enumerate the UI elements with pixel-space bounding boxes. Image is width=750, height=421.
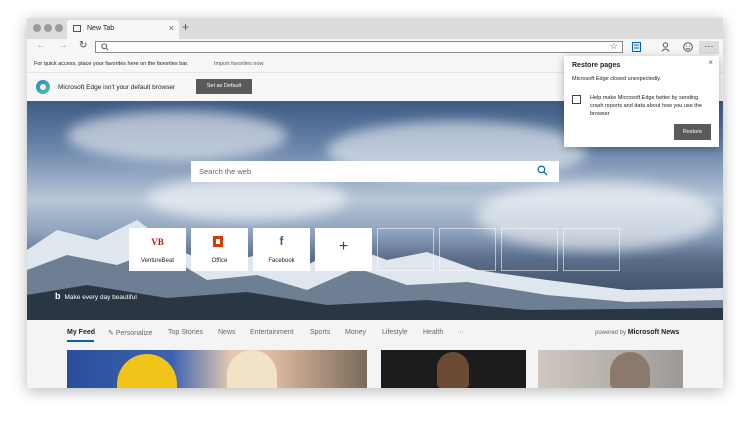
bing-logo-icon: b bbox=[55, 291, 61, 301]
favorite-star-icon[interactable]: ☆ bbox=[610, 41, 618, 52]
default-browser-message: Microsoft Edge isn't your default browse… bbox=[58, 84, 176, 91]
powered-by-label: powered by Microsoft News bbox=[595, 329, 680, 336]
bing-text: Make every day beautiful bbox=[64, 294, 137, 301]
address-bar[interactable]: ☆ bbox=[95, 41, 623, 53]
empty-tile[interactable] bbox=[501, 228, 558, 271]
venturebeat-logo: VB bbox=[151, 237, 164, 247]
empty-tile[interactable] bbox=[377, 228, 434, 271]
new-tab-button[interactable]: + bbox=[182, 20, 189, 34]
feed-tab-sports[interactable]: Sports bbox=[310, 329, 330, 336]
edge-logo-icon bbox=[36, 80, 50, 94]
feed-tab-entertainment[interactable]: Entertainment bbox=[250, 329, 294, 336]
person-silhouette bbox=[610, 352, 650, 388]
person-silhouette bbox=[117, 354, 177, 388]
active-tab-indicator bbox=[67, 340, 94, 342]
search-icon[interactable] bbox=[537, 165, 548, 176]
microsoft-news-brand: Microsoft News bbox=[627, 329, 680, 336]
feed-tab-money[interactable]: Money bbox=[345, 329, 366, 336]
feed-tab-personalize[interactable]: ✎ Personalize bbox=[108, 329, 152, 337]
crash-report-checkbox[interactable] bbox=[572, 95, 581, 104]
feedback-smiley-icon[interactable] bbox=[683, 42, 693, 52]
search-icon bbox=[101, 43, 109, 51]
feed-nav: My Feed ✎ Personalize Top Stories News E… bbox=[27, 320, 723, 346]
search-box[interactable]: Search the web bbox=[191, 161, 559, 182]
close-icon[interactable]: × bbox=[708, 58, 713, 67]
top-site-venturebeat[interactable]: VB VentureBeat bbox=[129, 228, 186, 271]
feed-tab-my-feed[interactable]: My Feed bbox=[67, 329, 95, 336]
feed-tab-health[interactable]: Health bbox=[423, 329, 443, 336]
cloud bbox=[67, 111, 287, 161]
person-silhouette bbox=[227, 350, 277, 388]
reading-list-icon[interactable] bbox=[632, 42, 641, 52]
toolbar: ← → ↻ ☆ ··· bbox=[27, 39, 723, 56]
more-menu-button[interactable]: ··· bbox=[699, 41, 719, 54]
empty-tile[interactable] bbox=[439, 228, 496, 271]
bing-caption[interactable]: b Make every day beautiful bbox=[55, 291, 137, 301]
popup-title: Restore pages bbox=[572, 62, 621, 69]
tile-label: Facebook bbox=[268, 258, 295, 264]
add-site-tile[interactable]: + bbox=[315, 228, 372, 271]
page-icon bbox=[73, 25, 81, 32]
news-card-image[interactable] bbox=[538, 350, 683, 388]
tab-strip: New Tab × + bbox=[27, 18, 723, 39]
feed-tab-top-stories[interactable]: Top Stories bbox=[168, 329, 203, 336]
forward-button[interactable]: → bbox=[58, 40, 68, 51]
feed-tab-news[interactable]: News bbox=[218, 329, 236, 336]
tab-new-tab[interactable]: New Tab × bbox=[67, 20, 179, 39]
empty-tile[interactable] bbox=[563, 228, 620, 271]
tab-title: New Tab bbox=[87, 25, 115, 32]
news-feed bbox=[27, 346, 723, 388]
news-card-image[interactable] bbox=[381, 350, 526, 388]
feed-more-icon[interactable]: ··· bbox=[457, 329, 464, 336]
refresh-button[interactable]: ↻ bbox=[79, 40, 87, 51]
news-card-image[interactable] bbox=[67, 350, 367, 388]
tile-label: VentureBeat bbox=[140, 258, 175, 264]
profile-icon[interactable] bbox=[661, 42, 670, 52]
search-placeholder: Search the web bbox=[199, 167, 252, 176]
back-button[interactable]: ← bbox=[36, 40, 46, 51]
browser-window: New Tab × + ← → ↻ ☆ ··· For quick access… bbox=[27, 18, 723, 388]
personalize-label: Personalize bbox=[115, 330, 153, 337]
tab-close-icon[interactable]: × bbox=[169, 23, 174, 33]
crash-report-label: Help make Microsoft Edge better by sendi… bbox=[590, 95, 702, 117]
plus-icon: + bbox=[338, 238, 349, 255]
office-logo-icon bbox=[213, 236, 223, 247]
favorites-hint: For quick access, place your favorites h… bbox=[34, 61, 189, 67]
set-as-default-button[interactable]: Set as Default bbox=[196, 79, 252, 94]
person-silhouette bbox=[437, 352, 469, 388]
tile-label: Office bbox=[211, 258, 228, 264]
restore-button[interactable]: Restore bbox=[674, 124, 711, 140]
facebook-logo-icon: f bbox=[279, 234, 284, 248]
window-zoom-dot[interactable] bbox=[55, 24, 63, 32]
window-close-dot[interactable] bbox=[33, 24, 41, 32]
window-minimize-dot[interactable] bbox=[44, 24, 52, 32]
top-site-facebook[interactable]: f Facebook bbox=[253, 228, 310, 271]
popup-message: Microsoft Edge closed unexpectedly. bbox=[572, 76, 662, 82]
restore-pages-popup: Restore pages × Microsoft Edge closed un… bbox=[564, 56, 719, 147]
top-site-office[interactable]: Office bbox=[191, 228, 248, 271]
import-favorites-link[interactable]: Import favorites now bbox=[214, 61, 264, 67]
feed-tab-lifestyle[interactable]: Lifestyle bbox=[382, 329, 408, 336]
